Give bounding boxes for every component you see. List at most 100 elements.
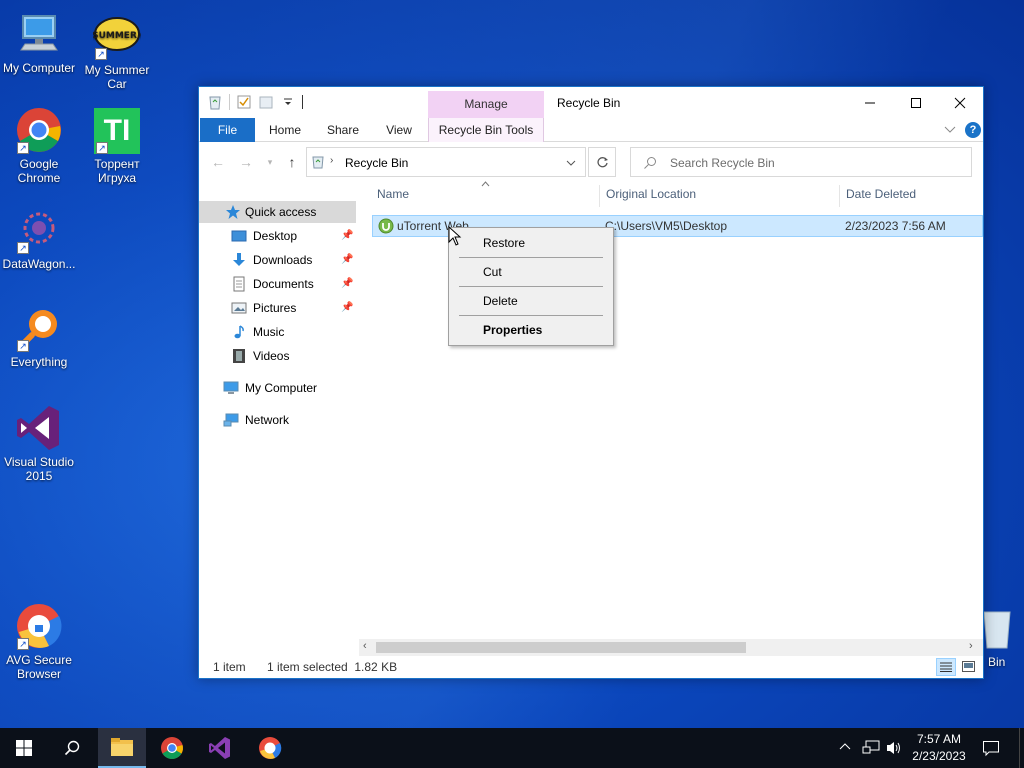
volume-tray-button[interactable]	[886, 740, 902, 759]
nav-item-documents[interactable]: Documents 📌	[199, 273, 359, 295]
scrollbar-thumb[interactable]	[376, 642, 746, 653]
pin-icon: 📌	[341, 302, 354, 313]
desktop-icon-my-computer[interactable]: My Computer	[0, 10, 78, 75]
minimize-button[interactable]	[847, 87, 893, 118]
show-hidden-icons-button[interactable]	[838, 740, 852, 757]
desktop-icon-datawagon[interactable]: ↗ DataWagon...	[0, 206, 78, 271]
status-selected: 1 item selected 1.82 KB	[267, 660, 398, 674]
tab-share[interactable]: Share	[321, 118, 365, 142]
column-header-original-location[interactable]: Original Location	[606, 187, 696, 207]
customize-toolbar-dropdown-icon[interactable]	[280, 94, 296, 110]
context-menu-cut[interactable]: Cut	[451, 261, 611, 283]
column-divider[interactable]	[599, 185, 600, 207]
column-header-name[interactable]: Name	[377, 187, 409, 207]
file-date-deleted: 2/23/2023 7:56 AM	[845, 219, 946, 233]
horizontal-scrollbar[interactable]: ‹ ›	[359, 639, 983, 656]
chevron-down-icon[interactable]	[565, 158, 577, 168]
nav-item-quick-access[interactable]: Quick access	[199, 201, 356, 223]
new-folder-icon[interactable]	[258, 94, 274, 110]
nav-item-desktop[interactable]: Desktop 📌	[199, 225, 359, 247]
desktop-icon-visual-studio[interactable]: Visual Studio 2015	[0, 404, 78, 483]
properties-icon[interactable]	[236, 94, 252, 110]
recycle-bin-small-icon	[312, 156, 324, 169]
arrow-right-icon: →	[239, 154, 253, 170]
breadcrumb-separator-icon[interactable]: ›	[330, 155, 333, 166]
show-desktop-button[interactable]	[1019, 728, 1024, 768]
close-button[interactable]	[937, 87, 983, 118]
scroll-left-icon[interactable]: ‹	[363, 640, 367, 652]
details-view-button[interactable]	[936, 658, 956, 676]
start-button[interactable]	[0, 728, 48, 768]
utorrent-icon	[378, 218, 394, 234]
notification-icon	[983, 741, 999, 757]
monitor-icon	[223, 381, 239, 394]
forward-button[interactable]: →	[237, 153, 255, 171]
desktop-icon-avg-browser[interactable]: ↗ AVG Secure Browser	[0, 602, 78, 681]
context-menu-properties[interactable]: Properties	[451, 319, 611, 341]
navigation-pane: Quick access Desktop 📌 Downloads 📌 Docum…	[199, 181, 359, 651]
desktop-icon-torrent-igruha[interactable]: TI ↗ Торрент Игруха	[78, 108, 156, 185]
nav-label: Documents	[253, 277, 314, 291]
back-button[interactable]: ←	[209, 153, 227, 171]
window-title: Recycle Bin	[557, 96, 621, 110]
clock-date[interactable]: 2/23/2023	[906, 749, 972, 763]
refresh-button[interactable]	[588, 147, 616, 177]
nav-label: My Computer	[245, 381, 318, 395]
maximize-button[interactable]	[893, 87, 939, 118]
taskbar-file-explorer[interactable]	[98, 728, 146, 768]
nav-item-videos[interactable]: Videos	[199, 345, 359, 367]
tab-file[interactable]: File	[200, 118, 255, 142]
folder-icon	[111, 738, 133, 756]
desktop-icon-label: DataWagon...	[2, 257, 76, 271]
action-center-button[interactable]	[982, 739, 1000, 760]
up-button[interactable]: ↑	[283, 153, 301, 171]
datawagon-icon: ↗	[15, 206, 63, 254]
context-menu-delete[interactable]: Delete	[451, 290, 611, 312]
taskbar-visual-studio[interactable]	[196, 728, 244, 768]
taskbar: 7:57 AM 2/23/2023	[0, 728, 1024, 768]
nav-item-pictures[interactable]: Pictures 📌	[199, 297, 359, 319]
nav-item-network[interactable]: Network	[199, 409, 359, 431]
visual-studio-icon	[15, 404, 63, 452]
context-menu-restore[interactable]: Restore	[451, 232, 611, 254]
qat-end-divider	[302, 95, 303, 109]
mouse-cursor-icon	[448, 226, 462, 246]
tab-view[interactable]: View	[379, 118, 419, 142]
expand-ribbon-button[interactable]	[943, 122, 957, 136]
network-tray-button[interactable]	[862, 740, 880, 759]
manage-contextual-tab-header[interactable]: Manage	[428, 91, 544, 118]
desktop-icon-my-summer-car[interactable]: MY SUMMER CAR ↗ My Summer Car	[73, 12, 161, 91]
large-icons-view-button[interactable]	[959, 658, 979, 676]
chrome-icon: ↗	[15, 106, 63, 154]
recycle-bin-icon	[980, 604, 1014, 652]
status-bar: 1 item 1 item selected 1.82 KB	[199, 656, 983, 678]
qat-divider	[229, 94, 230, 110]
monitor-icon	[15, 10, 63, 58]
search-input[interactable]: Search Recycle Bin	[630, 147, 972, 177]
column-header-date-deleted[interactable]: Date Deleted	[846, 187, 916, 207]
nav-item-music[interactable]: Music	[199, 321, 359, 343]
desktop-icon-label: AVG Secure Browser	[6, 653, 72, 681]
scroll-right-icon[interactable]: ›	[969, 640, 973, 652]
tab-home[interactable]: Home	[263, 118, 307, 142]
taskbar-avg-browser[interactable]	[246, 728, 294, 768]
address-bar[interactable]: › Recycle Bin	[306, 147, 586, 177]
recent-locations-button[interactable]: ▾	[261, 153, 279, 171]
search-taskbar-button[interactable]	[48, 728, 96, 768]
nav-item-downloads[interactable]: Downloads 📌	[199, 249, 359, 271]
desktop-folder-icon	[231, 230, 247, 242]
address-row: ← → ▾ ↑ › Recycle Bin Search Recycle Bin	[199, 143, 983, 181]
desktop-icon-everything[interactable]: ↗ Everything	[0, 304, 78, 369]
clock-time[interactable]: 7:57 AM	[906, 732, 972, 746]
title-bar[interactable]: Manage Recycle Bin	[199, 87, 983, 118]
nav-item-my-computer[interactable]: My Computer	[199, 377, 359, 399]
breadcrumb-recycle-bin[interactable]: Recycle Bin	[345, 156, 408, 170]
help-button[interactable]: ?	[965, 122, 981, 138]
taskbar-chrome[interactable]	[148, 728, 196, 768]
desktop-icon-google-chrome[interactable]: ↗ Google Chrome	[0, 106, 78, 185]
document-icon	[233, 276, 245, 292]
arrow-left-icon: ←	[211, 154, 225, 170]
column-divider[interactable]	[839, 185, 840, 207]
tab-recycle-bin-tools[interactable]: Recycle Bin Tools	[428, 118, 544, 142]
desktop-icon-label: Google Chrome	[17, 157, 61, 185]
